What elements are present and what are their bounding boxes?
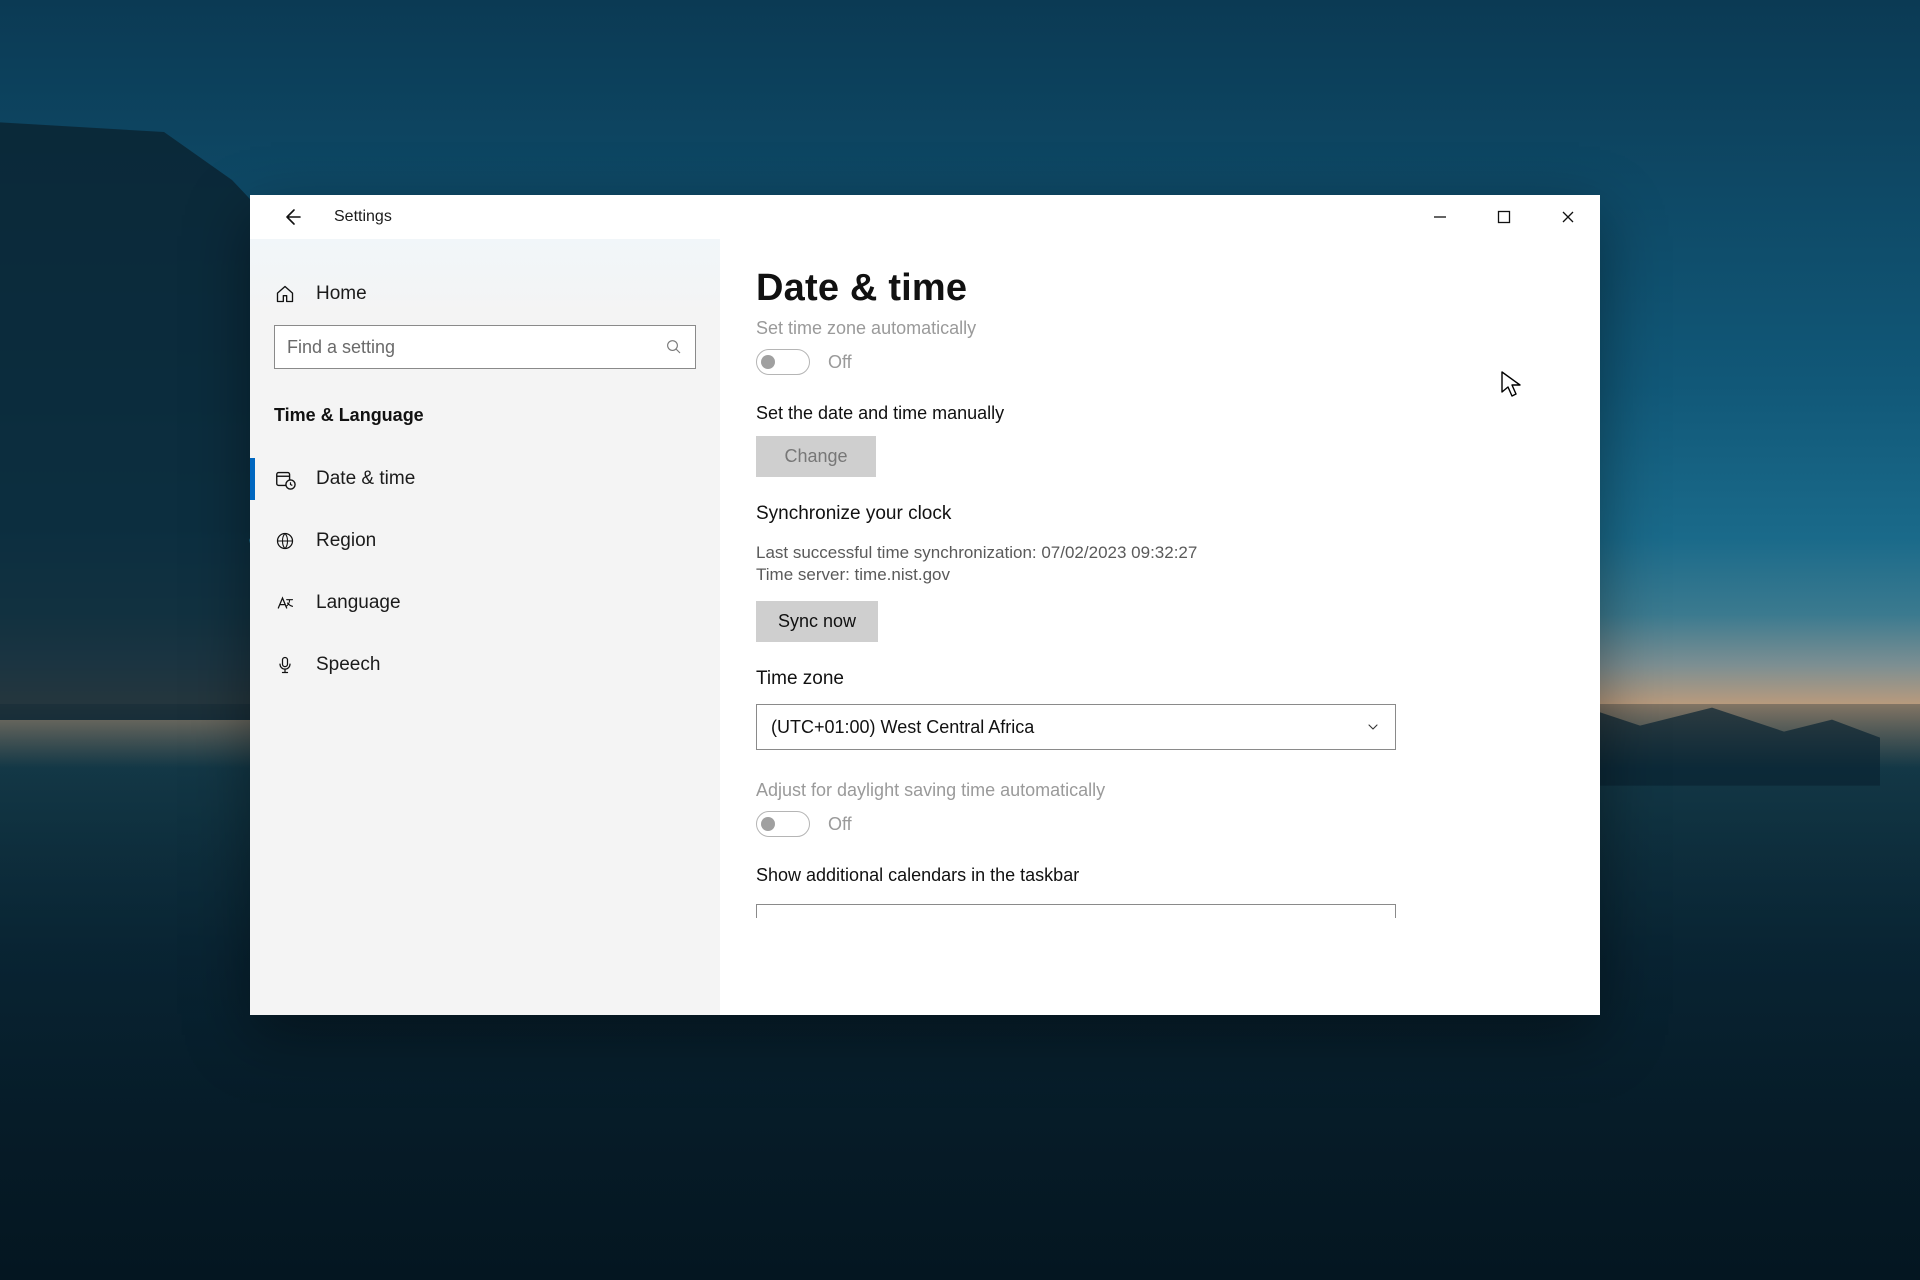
sidebar-item-label: Speech	[316, 654, 380, 676]
change-datetime-button[interactable]: Change	[756, 436, 876, 477]
last-sync-text: Last successful time synchronization: 07…	[756, 543, 1564, 563]
microphone-icon	[274, 655, 296, 675]
sidebar-item-label: Date & time	[316, 468, 415, 490]
additional-calendars-dropdown[interactable]	[756, 904, 1396, 918]
settings-window: Settings Home	[250, 195, 1600, 1015]
search-icon	[665, 338, 683, 356]
sidebar-item-region[interactable]: Region	[250, 510, 720, 572]
auto-timezone-state: Off	[828, 352, 852, 373]
timezone-value: (UTC+01:00) West Central Africa	[771, 717, 1034, 738]
sidebar-item-date-time[interactable]: Date & time	[250, 448, 720, 510]
close-icon	[1561, 210, 1575, 224]
maximize-icon	[1497, 210, 1511, 224]
arrow-left-icon	[282, 207, 302, 227]
manual-datetime-label: Set the date and time manually	[756, 403, 1564, 424]
timezone-dropdown[interactable]: (UTC+01:00) West Central Africa	[756, 704, 1396, 750]
sidebar-home-label: Home	[316, 283, 367, 305]
chevron-down-icon	[1365, 719, 1381, 735]
sync-now-button[interactable]: Sync now	[756, 601, 878, 642]
back-button[interactable]	[276, 201, 308, 233]
auto-timezone-label: Set time zone automatically	[756, 318, 1564, 339]
sidebar-item-label: Region	[316, 530, 376, 552]
minimize-icon	[1433, 210, 1447, 224]
dst-state: Off	[828, 814, 852, 835]
page-title: Date & time	[756, 267, 1564, 310]
maximize-button[interactable]	[1472, 195, 1536, 239]
sidebar-item-language[interactable]: Language	[250, 572, 720, 634]
additional-calendars-label: Show additional calendars in the taskbar	[756, 865, 1564, 886]
sidebar-item-speech[interactable]: Speech	[250, 634, 720, 696]
sidebar-home[interactable]: Home	[250, 269, 720, 319]
globe-icon	[274, 531, 296, 551]
search-box[interactable]	[274, 325, 696, 369]
search-input[interactable]	[287, 337, 665, 358]
sidebar-group-title: Time & Language	[250, 387, 720, 448]
dst-toggle[interactable]	[756, 811, 810, 837]
titlebar: Settings	[250, 195, 1600, 239]
sidebar-item-label: Language	[316, 592, 401, 614]
close-button[interactable]	[1536, 195, 1600, 239]
calendar-clock-icon	[274, 468, 296, 490]
dst-label: Adjust for daylight saving time automati…	[756, 780, 1564, 801]
auto-timezone-toggle[interactable]	[756, 349, 810, 375]
time-server-text: Time server: time.nist.gov	[756, 565, 1564, 585]
home-icon	[274, 284, 296, 304]
content-pane: Date & time Set time zone automatically …	[720, 239, 1600, 1015]
language-icon	[274, 593, 296, 613]
sidebar: Home Time & Language Date & time R	[250, 239, 720, 1015]
window-title: Settings	[334, 208, 392, 226]
minimize-button[interactable]	[1408, 195, 1472, 239]
timezone-label: Time zone	[756, 668, 1564, 690]
sync-heading: Synchronize your clock	[756, 503, 1564, 525]
